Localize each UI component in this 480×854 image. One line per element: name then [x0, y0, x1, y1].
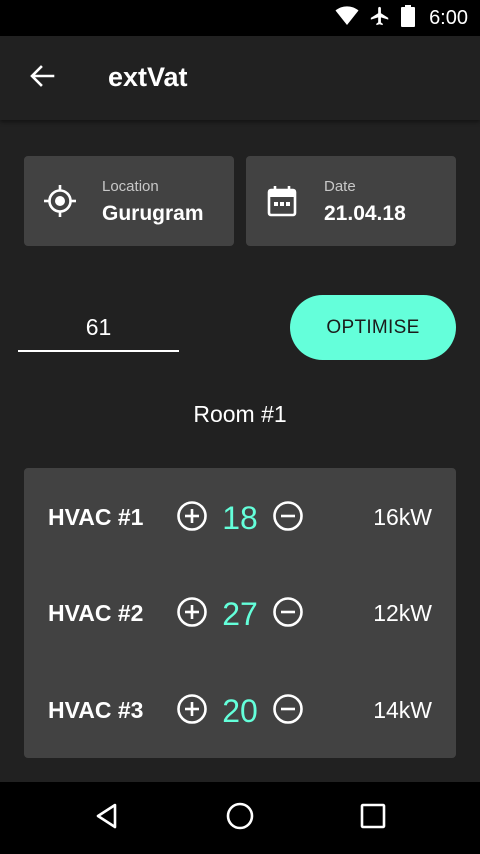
hvac-card: HVAC #1 18 16kW HVAC #2 27 12kW HVAC #3 … — [24, 468, 456, 758]
plus-circle-icon — [176, 596, 208, 633]
status-icons: 6:00 — [335, 0, 468, 36]
status-time: 6:00 — [429, 6, 468, 29]
calendar-icon — [264, 183, 300, 219]
value-input[interactable] — [18, 304, 179, 352]
hvac-temperature: 27 — [222, 596, 258, 632]
navigation-bar — [0, 782, 480, 854]
decrease-button[interactable] — [272, 596, 304, 633]
increase-button[interactable] — [176, 596, 208, 633]
hvac-row: HVAC #2 27 12kW — [24, 584, 456, 644]
minus-circle-icon — [272, 500, 304, 537]
optimise-button[interactable]: OPTIMISE — [290, 295, 456, 360]
date-value: 21.04.18 — [324, 202, 406, 225]
location-target-icon — [42, 183, 78, 219]
hvac-temperature: 20 — [222, 693, 258, 729]
hvac-name: HVAC #2 — [48, 600, 144, 626]
wifi-icon — [335, 5, 359, 31]
airplane-icon — [369, 5, 391, 32]
hvac-name: HVAC #3 — [48, 697, 144, 723]
back-button[interactable] — [20, 58, 64, 98]
app-bar: extVat — [0, 36, 480, 120]
hvac-row: HVAC #1 18 16kW — [24, 488, 456, 548]
nav-home-button[interactable] — [220, 798, 260, 838]
date-label: Date — [324, 178, 356, 195]
arrow-back-icon — [29, 64, 55, 93]
minus-circle-icon — [272, 693, 304, 730]
hvac-row: HVAC #3 20 14kW — [24, 681, 456, 741]
hvac-name: HVAC #1 — [48, 504, 144, 530]
location-value: Gurugram — [102, 202, 204, 225]
hvac-power: 14kW — [373, 697, 432, 723]
minus-circle-icon — [272, 596, 304, 633]
home-circle-icon — [225, 801, 255, 836]
location-label: Location — [102, 178, 159, 195]
date-card[interactable]: Date 21.04.18 — [246, 156, 456, 246]
nav-recents-button[interactable] — [353, 798, 393, 838]
recents-square-icon — [360, 803, 386, 834]
decrease-button[interactable] — [272, 500, 304, 537]
app-title: extVat — [108, 62, 188, 92]
room-title: Room #1 — [193, 401, 287, 427]
hvac-temperature: 18 — [222, 500, 258, 536]
plus-circle-icon — [176, 693, 208, 730]
plus-circle-icon — [176, 500, 208, 537]
back-triangle-icon — [93, 802, 121, 835]
battery-icon — [401, 4, 416, 32]
increase-button[interactable] — [176, 500, 208, 537]
nav-back-button[interactable] — [87, 798, 127, 838]
status-bar: 6:00 — [0, 0, 480, 36]
increase-button[interactable] — [176, 693, 208, 730]
hvac-power: 12kW — [373, 600, 432, 626]
decrease-button[interactable] — [272, 693, 304, 730]
hvac-power: 16kW — [373, 504, 432, 530]
location-card[interactable]: Location Gurugram — [24, 156, 234, 246]
